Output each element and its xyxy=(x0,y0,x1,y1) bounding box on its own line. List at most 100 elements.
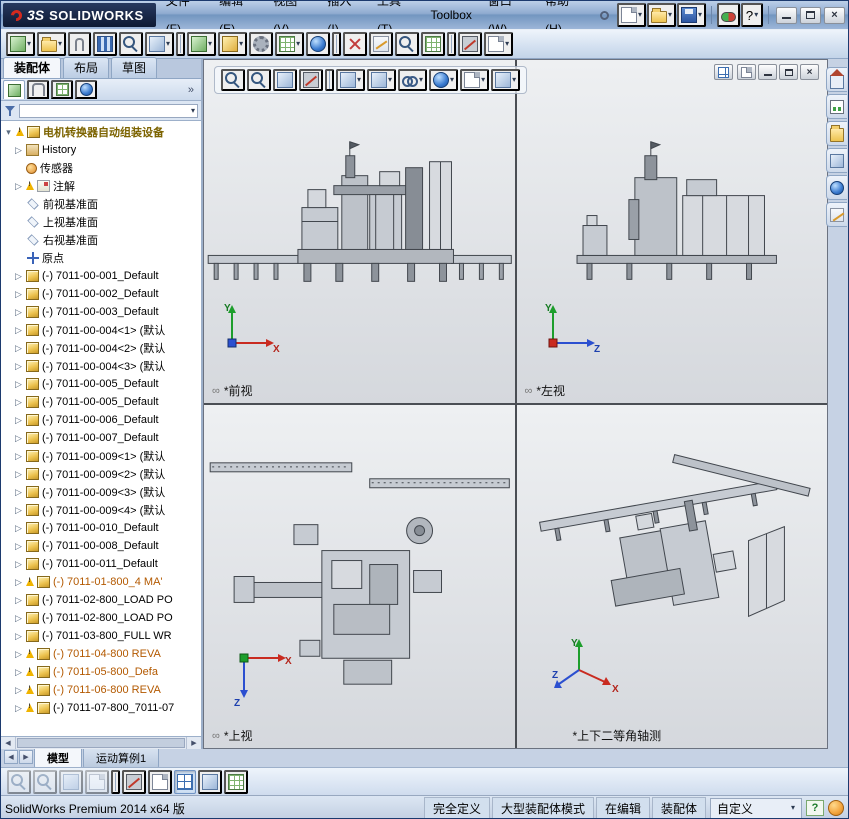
appearances-scenes-tab[interactable] xyxy=(826,175,847,200)
tab-scroll-right-icon[interactable]: ▶ xyxy=(19,750,33,764)
expand-arrow-icon[interactable]: ▷ xyxy=(14,397,23,408)
tree-item[interactable]: ▷ (-) 7011-00-004<1> (默认 xyxy=(1,321,201,339)
displaymanager-tab[interactable] xyxy=(75,80,97,99)
tree-item[interactable]: ▷ (-) 7011-01-800_4 MA' xyxy=(1,573,201,591)
smart-fastener-button[interactable]: ▾ xyxy=(218,32,247,56)
maximize-button[interactable] xyxy=(800,7,821,24)
bom-button[interactable]: ▾ xyxy=(421,32,445,56)
separator[interactable]: ▾ xyxy=(176,32,185,56)
dropdown-caret-icon[interactable]: ▾ xyxy=(239,40,243,48)
tree-item[interactable]: ▷ 前视基准面 xyxy=(1,195,201,213)
close-button[interactable]: × xyxy=(824,7,845,24)
viewport-front[interactable]: Y X ∞ *前视 xyxy=(204,60,515,403)
previous-view-button[interactable]: ▾ xyxy=(273,69,297,91)
dropdown-caret-icon[interactable]: ▾ xyxy=(208,40,212,48)
make-drawing-button[interactable]: ▾ xyxy=(484,32,513,56)
expand-arrow-icon[interactable]: ▷ xyxy=(14,631,23,642)
expand-arrow-icon[interactable]: ▷ xyxy=(14,181,23,192)
expand-arrow-icon[interactable]: ▷ xyxy=(14,667,23,678)
filter-input[interactable]: ▾ xyxy=(19,104,198,118)
expand-arrow-icon[interactable]: ▷ xyxy=(14,271,23,282)
tree-item[interactable]: ▷ (-) 7011-00-004<3> (默认 xyxy=(1,357,201,375)
tree-item[interactable]: ▷ 传感器 xyxy=(1,159,201,177)
tree-item[interactable]: ▷ (-) 7011-00-010_Default xyxy=(1,519,201,537)
tree-item[interactable]: ▷ 注解 xyxy=(1,177,201,195)
display-style-button[interactable] xyxy=(198,770,222,794)
tree-item[interactable]: ▷ (-) 7011-02-800_LOAD PO xyxy=(1,609,201,627)
chevron-right-icon[interactable]: » xyxy=(183,84,199,96)
tree-item[interactable]: ▷ (-) 7011-02-800_LOAD PO xyxy=(1,591,201,609)
expand-arrow-icon[interactable]: ▷ xyxy=(14,649,23,660)
dropdown-caret-icon[interactable]: ▾ xyxy=(791,804,795,812)
tree-item[interactable]: ▷ (-) 7011-00-005_Default xyxy=(1,375,201,393)
save-button[interactable]: ▾ xyxy=(677,3,706,27)
tree-item[interactable]: ▷ (-) 7011-07-800_7011-07 xyxy=(1,699,201,717)
dropdown-caret-icon[interactable]: ▾ xyxy=(698,11,702,19)
expand-arrow-icon[interactable]: ▷ xyxy=(14,451,23,462)
dropdown-caret-icon[interactable]: ▾ xyxy=(58,40,62,48)
tree-item[interactable]: ▷ (-) 7011-00-006_Default xyxy=(1,411,201,429)
appearance-button[interactable]: ▾ xyxy=(306,32,330,56)
separator[interactable]: ▾ xyxy=(332,32,341,56)
configurationmanager-tab[interactable] xyxy=(51,80,73,99)
tree-item[interactable]: ▷ (-) 7011-06-800 REVA xyxy=(1,681,201,699)
tree-item[interactable]: ▷ (-) 7011-00-004<2> (默认 xyxy=(1,339,201,357)
tree-item[interactable]: ▷ (-) 7011-00-001_Default xyxy=(1,267,201,285)
panel-tab[interactable]: 布局 xyxy=(63,57,109,78)
expand-arrow-icon[interactable]: ▷ xyxy=(14,685,23,696)
rotate-view-button[interactable] xyxy=(59,770,83,794)
expand-arrow-icon[interactable]: ▷ xyxy=(14,289,23,300)
zoom-fit-button[interactable] xyxy=(7,770,31,794)
tree-item[interactable]: ▷ (-) 7011-00-009<2> (默认 xyxy=(1,465,201,483)
doc-restore-button[interactable] xyxy=(779,64,798,80)
dropdown-caret-icon[interactable]: ▾ xyxy=(296,40,300,48)
tree-item[interactable]: ▷ (-) 7011-00-002_Default xyxy=(1,285,201,303)
viewport-left[interactable]: Y Z ∞ *左视 xyxy=(517,60,828,403)
custom-properties-tab[interactable] xyxy=(826,202,847,227)
expand-arrow-icon[interactable]: ▷ xyxy=(14,487,23,498)
expand-arrow-icon[interactable]: ▷ xyxy=(14,703,23,714)
scroll-right-icon[interactable]: ▶ xyxy=(186,737,201,749)
tree-item[interactable]: ▷ (-) 7011-00-009<3> (默认 xyxy=(1,483,201,501)
dropdown-caret-icon[interactable]: ▾ xyxy=(512,76,516,84)
dropdown-caret-icon[interactable]: ▾ xyxy=(166,40,170,48)
expand-arrow-icon[interactable]: ▷ xyxy=(14,379,23,390)
attach-button[interactable]: ▾ xyxy=(68,32,91,56)
viewport-top[interactable]: X Z ∞ *上视 xyxy=(204,405,515,748)
panel-tab[interactable]: 草图 xyxy=(111,57,157,78)
zoom-fit-button[interactable]: ▾ xyxy=(221,69,245,91)
new-document-button[interactable]: ▾ xyxy=(617,3,646,27)
toolbar-customize-dropdown[interactable]: 自定义 ▾ xyxy=(710,798,802,819)
dropdown-caret-icon[interactable]: ▾ xyxy=(357,76,361,84)
quick-tip-help-icon[interactable]: ? xyxy=(806,800,824,816)
document-tab[interactable]: 运动算例1 xyxy=(83,749,159,769)
four-view-button[interactable] xyxy=(174,770,196,794)
assembly-feature-button[interactable]: ▾ xyxy=(249,32,273,56)
expand-arrow-icon[interactable]: ▷ xyxy=(14,541,23,552)
expand-arrow-icon[interactable]: ▷ xyxy=(14,325,23,336)
expand-arrow-icon[interactable]: ▷ xyxy=(14,577,23,588)
expand-arrow-icon[interactable]: ▷ xyxy=(14,145,23,156)
scrollbar-thumb[interactable] xyxy=(17,738,185,748)
dropdown-caret-icon[interactable]: ▾ xyxy=(505,40,509,48)
expand-arrow-icon[interactable]: ▷ xyxy=(14,469,23,480)
dropdown-caret-icon[interactable]: ▾ xyxy=(419,76,423,84)
tree-item[interactable]: ▷ (-) 7011-05-800_Defa xyxy=(1,663,201,681)
propertymanager-tab[interactable] xyxy=(27,80,49,99)
dropdown-caret-icon[interactable]: ▾ xyxy=(638,11,642,19)
expand-arrow-icon[interactable]: ▷ xyxy=(14,559,23,570)
sketch-button[interactable]: ▾ xyxy=(369,32,393,56)
expand-arrow-icon[interactable]: ▷ xyxy=(14,523,23,534)
tree-item[interactable]: ▷ (-) 7011-00-007_Default xyxy=(1,429,201,447)
section-view-button[interactable] xyxy=(122,770,146,794)
tree-item[interactable]: ▷ (-) 7011-00-008_Default xyxy=(1,537,201,555)
dropdown-caret-icon[interactable]: ▾ xyxy=(668,11,672,19)
scene-button[interactable] xyxy=(224,770,248,794)
view-palette-tab[interactable] xyxy=(826,148,847,173)
doc-minimize-button[interactable] xyxy=(758,64,777,80)
expand-arrow-icon[interactable]: ▷ xyxy=(14,433,23,444)
apply-scene-button[interactable]: ▾ xyxy=(460,69,489,91)
tree-item[interactable]: ▷ 原点 xyxy=(1,249,201,267)
viewport-layout-button[interactable] xyxy=(714,64,733,80)
tree-item[interactable]: ▷ (-) 7011-00-009<4> (默认 xyxy=(1,501,201,519)
